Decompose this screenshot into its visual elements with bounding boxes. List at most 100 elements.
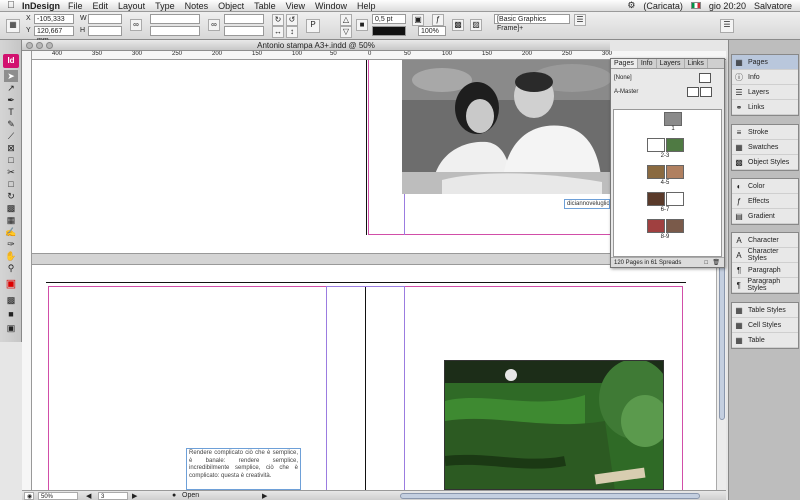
tab-layers[interactable]: Layers	[657, 59, 685, 68]
dock-cell-styles[interactable]: ▦ Cell Styles	[732, 318, 798, 333]
scissors-tool-icon[interactable]: ✂	[4, 166, 18, 178]
rotation-field[interactable]	[224, 14, 264, 24]
apply-color-icon[interactable]: ■	[4, 308, 18, 320]
object-style-options-icon[interactable]: ☰	[574, 14, 586, 26]
app-menu[interactable]: InDesign	[22, 1, 60, 11]
body-text-frame[interactable]: Rendere complicato ciò che è semplice, è…	[186, 448, 301, 490]
spotlight-icon[interactable]: ⚙	[627, 0, 635, 11]
dock-object-styles[interactable]: ▩ Object Styles	[732, 155, 798, 170]
scale-y-field[interactable]	[150, 26, 200, 36]
type-tool-icon[interactable]: T	[4, 106, 18, 118]
page-thumb[interactable]	[646, 219, 665, 233]
effects-fx-icon[interactable]: ƒ	[432, 14, 444, 26]
fit-content-icon[interactable]: ▩	[452, 19, 464, 31]
minimize-window-icon[interactable]	[36, 42, 43, 49]
page-thumb[interactable]	[665, 192, 684, 206]
spread-8-9[interactable]	[644, 219, 686, 233]
menu-notes[interactable]: Notes	[185, 1, 209, 11]
dock-effects[interactable]: ƒ Effects	[732, 194, 798, 209]
free-transform-tool-icon[interactable]: □	[4, 178, 18, 190]
spread-2-3[interactable]	[644, 138, 686, 152]
none-master-thumb[interactable]	[699, 73, 711, 83]
opacity-field[interactable]: 100%	[418, 26, 446, 36]
scale-x-field[interactable]	[150, 14, 200, 24]
line-tool-icon[interactable]: ⟋	[4, 130, 18, 142]
dock-paragraph[interactable]: ¶ Paragraph	[732, 263, 798, 278]
shear-field[interactable]	[224, 26, 264, 36]
garden-photo[interactable]	[444, 360, 664, 490]
drop-shadow-icon[interactable]: ▣	[412, 14, 424, 26]
tab-links[interactable]: Links	[685, 59, 708, 68]
page-thumb[interactable]	[665, 138, 684, 152]
menu-window[interactable]: Window	[315, 1, 347, 11]
rotate-ccw-icon[interactable]: ↺	[286, 14, 298, 26]
a-master-left-thumb[interactable]	[687, 87, 699, 97]
stroke-type-field[interactable]	[372, 26, 406, 36]
pencil-tool-icon[interactable]: ✎	[4, 118, 18, 130]
gradient-tool-icon[interactable]: ▩	[4, 202, 18, 214]
couple-photo[interactable]	[402, 60, 612, 194]
first-page-icon[interactable]: ◀	[86, 492, 91, 500]
preflight-icon[interactable]: ●	[172, 492, 176, 499]
y-position-field[interactable]: 120,667 mm	[34, 26, 74, 44]
zoom-level-field[interactable]: 50%	[38, 492, 78, 500]
default-colors-icon[interactable]: ▩	[4, 294, 18, 306]
dock-character[interactable]: A Character	[732, 233, 798, 248]
dock-pages[interactable]: ▦ Pages	[732, 55, 798, 70]
rotate-tool-icon[interactable]: ↻	[4, 190, 18, 202]
reference-point-icon[interactable]: ▦	[6, 19, 20, 33]
zoom-window-icon[interactable]	[46, 42, 53, 49]
menu-file[interactable]: File	[68, 1, 83, 11]
page-number-field[interactable]: 3	[98, 492, 128, 500]
none-master-label[interactable]: [None]	[614, 75, 632, 81]
delete-page-icon[interactable]: 🗑	[712, 258, 720, 268]
gradient-feather-tool-icon[interactable]: ▦	[4, 214, 18, 226]
spread-6-7[interactable]	[644, 192, 686, 206]
dock-paragraph-styles[interactable]: ¶ Paragraph Styles	[732, 278, 798, 293]
eyedropper-tool-icon[interactable]: ✑	[4, 238, 18, 250]
x-position-field[interactable]: -105,333 mm	[34, 14, 74, 32]
hand-tool-icon[interactable]: ✋	[4, 250, 18, 262]
close-window-icon[interactable]	[26, 42, 33, 49]
menu-layout[interactable]: Layout	[118, 1, 145, 11]
fit-frame-icon[interactable]: ▨	[470, 19, 482, 31]
rotate-cw-icon[interactable]: ↻	[272, 14, 284, 26]
tab-pages[interactable]: Pages	[611, 59, 638, 68]
dock-links[interactable]: ⚭ Links	[732, 100, 798, 115]
dock-color[interactable]: ◐ Color	[732, 179, 798, 194]
page-thumb[interactable]	[646, 138, 665, 152]
dock-stroke[interactable]: ≡ Stroke	[732, 125, 798, 140]
page-thumb[interactable]	[665, 165, 684, 179]
normal-view-mode-icon[interactable]: ▣	[4, 322, 18, 334]
note-tool-icon[interactable]: ✍	[4, 226, 18, 238]
constrain-proportions-icon[interactable]: ∞	[130, 19, 142, 31]
rectangle-frame-tool-icon[interactable]: ⊠	[4, 142, 18, 154]
a-master-right-thumb[interactable]	[700, 87, 712, 97]
preflight-status[interactable]: Open	[182, 492, 199, 499]
user-menu[interactable]: Salvatore	[754, 1, 792, 11]
battery-status[interactable]: (Caricata)	[643, 1, 683, 11]
menu-help[interactable]: Help	[357, 1, 376, 11]
object-style-select[interactable]: [Basic Graphics Frame]+	[494, 14, 570, 32]
menu-clock[interactable]: gio 20:20	[709, 1, 746, 11]
next-page-icon[interactable]: ▶	[132, 492, 137, 500]
italian-flag-icon[interactable]	[690, 2, 701, 9]
horizontal-scrollbar[interactable]	[400, 493, 700, 499]
width-field[interactable]	[88, 14, 122, 24]
menu-type[interactable]: Type	[155, 1, 175, 11]
view-options-icon[interactable]: ◉	[24, 492, 34, 500]
pen-tool-icon[interactable]: ✒	[4, 94, 18, 106]
spread-list[interactable]: 1 2-3 4-5 6-7 8-9	[613, 109, 722, 257]
caption-text-frame[interactable]: diciannoveluglio	[564, 199, 610, 209]
page-thumb[interactable]	[665, 219, 684, 233]
a-master-label[interactable]: A-Master	[614, 89, 638, 95]
zoom-tool-icon[interactable]: ⚲	[4, 262, 18, 274]
page-thumb[interactable]	[646, 165, 665, 179]
apple-menu-icon[interactable]: 	[0, 0, 22, 11]
dock-swatches[interactable]: ▦ Swatches	[732, 140, 798, 155]
page-thumb[interactable]	[664, 112, 682, 126]
panel-menu-icon[interactable]: ☰	[720, 19, 734, 33]
stroke-weight-field[interactable]: 0,5 pt	[372, 14, 406, 24]
menu-view[interactable]: View	[286, 1, 305, 11]
height-field[interactable]	[88, 26, 122, 36]
